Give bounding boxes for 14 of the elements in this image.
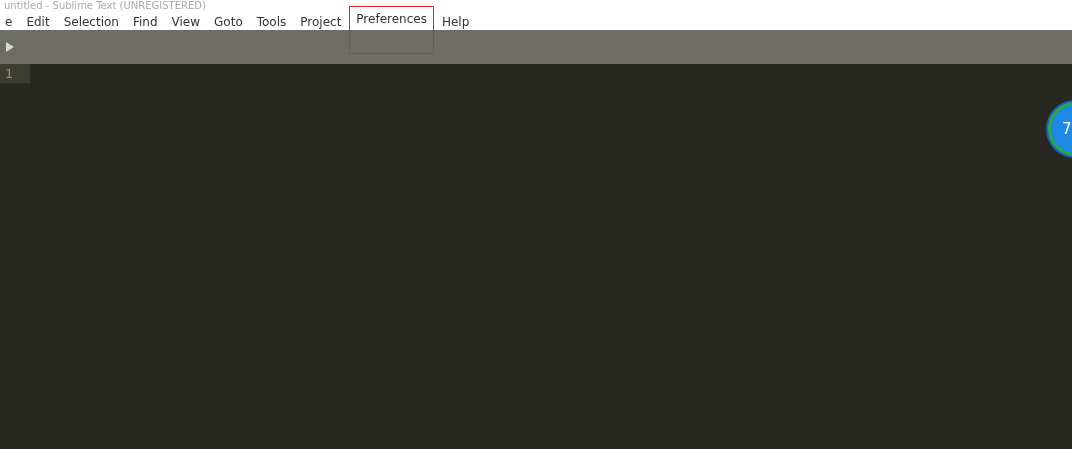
play-icon[interactable] [6, 42, 14, 52]
menu-item[interactable]: e [0, 13, 19, 31]
window-title: untitled - Sublime Text (UNREGISTERED) [0, 0, 1072, 12]
menu-item[interactable]: Tools [250, 13, 293, 31]
menu-item[interactable]: Selection [57, 13, 125, 31]
menu-item[interactable]: Edit [20, 13, 56, 31]
menu-item[interactable]: Find [126, 13, 164, 31]
menu-item[interactable]: Project [294, 13, 348, 31]
line-number: 1 [0, 64, 30, 83]
floating-badge[interactable]: 7 [1048, 102, 1072, 156]
menu-item[interactable]: View [165, 13, 207, 31]
menu-item[interactable]: Goto [208, 13, 249, 31]
menu-item[interactable]: Help [435, 13, 476, 31]
menu-item[interactable]: Preferences [349, 6, 434, 54]
